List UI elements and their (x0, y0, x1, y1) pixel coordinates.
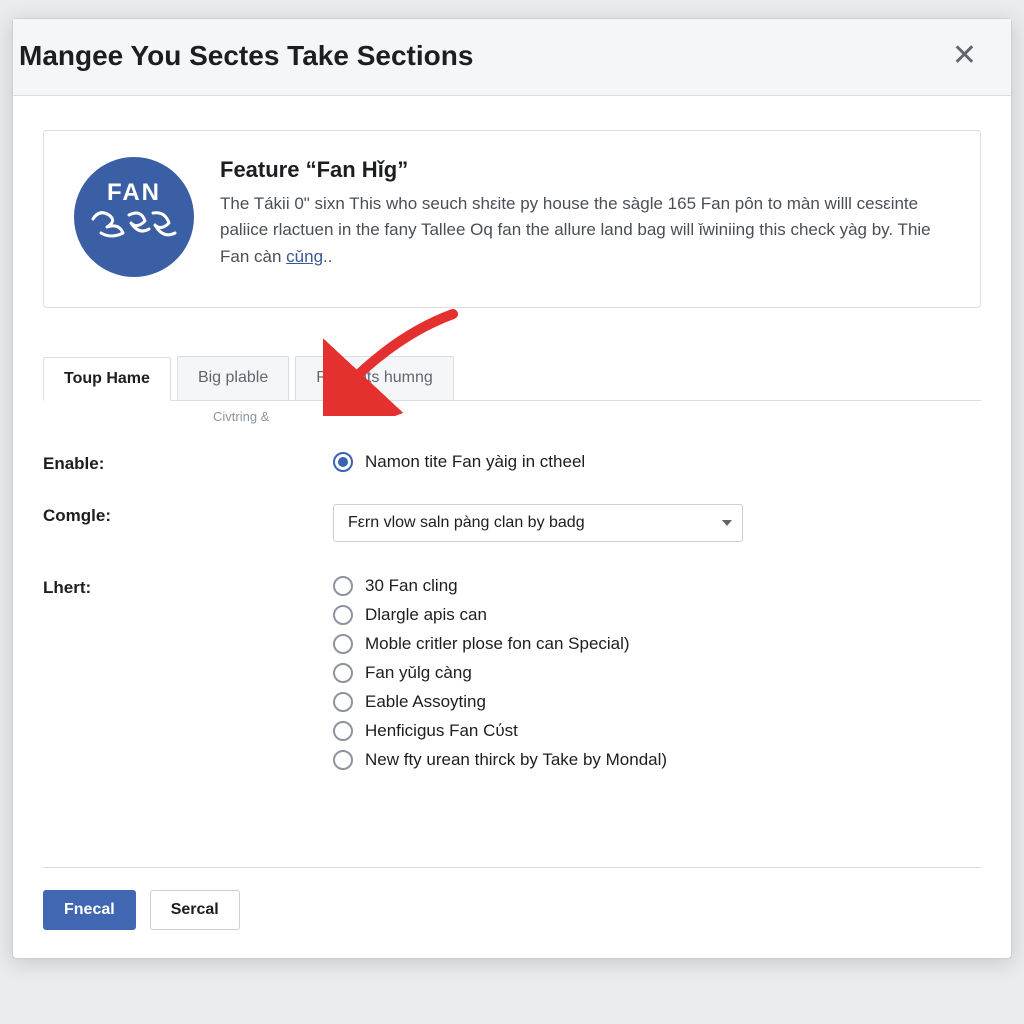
radio-icon[interactable] (333, 692, 353, 712)
badge-top-text: FAN (107, 181, 161, 205)
label-enable: Enable: (43, 452, 333, 480)
feature-learn-more-link[interactable]: cǔng (286, 247, 323, 266)
primary-button[interactable]: Fnecal (43, 890, 136, 930)
select-value: Fεrn vlow saln pàng clan by badg (348, 514, 585, 532)
lhert-option[interactable]: New fty urean thirck by Take by Mondal) (333, 750, 981, 770)
settings-modal: Mangee You Sectes Take Sections ✕ FAN Fe… (12, 18, 1012, 959)
lhert-option[interactable]: Dlargle apis can (333, 605, 981, 625)
chevron-down-icon (722, 520, 732, 526)
comgle-select[interactable]: Fεrn vlow saln pàng clan by badg (333, 504, 743, 542)
feature-description: The Tákii 0" sixn This who seuch shεite … (220, 191, 950, 270)
lhert-option[interactable]: Fan yǔlg càng (333, 663, 981, 683)
feature-text: Feature “Fan Hǐg” The Tákii 0" sixn This… (220, 157, 950, 277)
feature-banner: FAN Feature “Fan Hǐg” The Tákii 0" sixn … (43, 130, 981, 308)
enable-radio-option[interactable]: Namon tite Fan yàig in ctheel (333, 452, 981, 472)
lhert-options: 30 Fan cling Dlargle apis can Moble crit… (333, 576, 981, 779)
label-comgle: Comgle: (43, 504, 333, 542)
tab-big-plable[interactable]: Big plable (177, 356, 289, 400)
modal-header: Mangee You Sectes Take Sections ✕ (13, 19, 1011, 96)
fan-badge-icon: FAN (74, 157, 194, 277)
radio-icon[interactable] (333, 750, 353, 770)
badge-script-icon (89, 205, 179, 253)
tab-toup-hame[interactable]: Toup Hame (43, 357, 171, 401)
row-comgle: Comgle: Fεrn vlow saln pàng clan by badg (43, 504, 981, 542)
lhert-option[interactable]: Eable Assoyting (333, 692, 981, 712)
tabs-container: Toup Hame Big plable Renlants humng Civt… (43, 356, 981, 424)
radio-icon[interactable] (333, 576, 353, 596)
lhert-option[interactable]: Moble critler plose fon can Special) (333, 634, 981, 654)
modal-content: FAN Feature “Fan Hǐg” The Tákii 0" sixn … (13, 96, 1011, 843)
row-enable: Enable: Namon tite Fan yàig in ctheel (43, 452, 981, 480)
modal-title: Mangee You Sectes Take Sections (19, 40, 473, 72)
row-lhert: Lhert: 30 Fan cling Dlargle apis can Mob… (43, 576, 981, 779)
radio-icon[interactable] (333, 721, 353, 741)
tab-subnote: Civtring & (213, 409, 981, 424)
radio-icon[interactable] (333, 663, 353, 683)
modal-footer: Fnecal Sercal (13, 868, 1011, 958)
radio-icon[interactable] (333, 452, 353, 472)
label-lhert: Lhert: (43, 576, 333, 779)
radio-icon[interactable] (333, 634, 353, 654)
tab-bar: Toup Hame Big plable Renlants humng (43, 356, 981, 401)
settings-form: Enable: Namon tite Fan yàig in ctheel Co… (43, 452, 981, 833)
lhert-option[interactable]: Henficigus Fan Cύst (333, 721, 981, 741)
radio-icon[interactable] (333, 605, 353, 625)
tab-renlants-humng[interactable]: Renlants humng (295, 356, 454, 400)
lhert-option[interactable]: 30 Fan cling (333, 576, 981, 596)
secondary-button[interactable]: Sercal (150, 890, 240, 930)
feature-title: Feature “Fan Hǐg” (220, 157, 950, 183)
enable-radio-label: Namon tite Fan yàig in ctheel (365, 452, 585, 472)
close-icon[interactable]: ✕ (944, 37, 985, 75)
